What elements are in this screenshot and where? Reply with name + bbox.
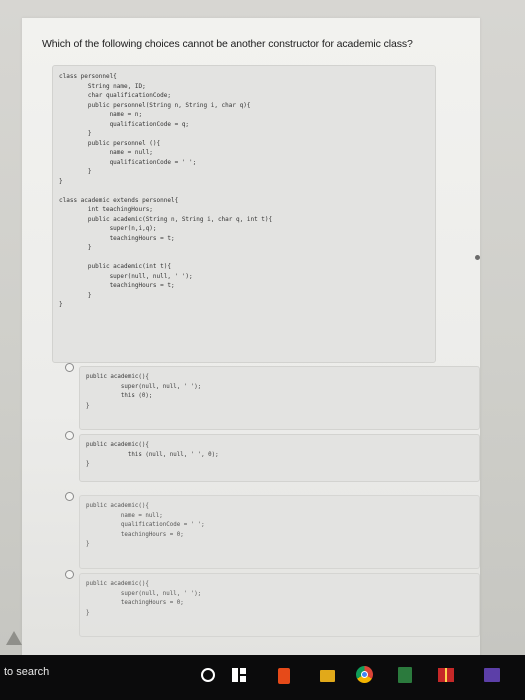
quiz-page: Which of the following choices cannot be… [22,18,480,663]
option-3-box[interactable]: public academic(){ name = null; qualific… [79,495,480,569]
code-text: class personnel{ String name, ID; char q… [59,73,273,308]
cortana-icon[interactable] [201,668,215,682]
task-view-icon[interactable] [232,668,246,682]
option-2[interactable]: public academic(){ this (null, null, ' '… [65,431,480,482]
office-icon[interactable] [278,668,290,684]
gift-icon[interactable] [438,668,454,682]
option-1[interactable]: public academic(){ super(null, null, ' '… [65,363,480,430]
code-block: class personnel{ String name, ID; char q… [52,65,436,363]
radio-button[interactable] [65,363,74,372]
question-text: Which of the following choices cannot be… [42,38,413,50]
option-3-code: public academic(){ name = null; qualific… [86,503,205,547]
calculator-icon[interactable] [398,667,412,683]
taskbar-search[interactable]: to search [4,666,49,678]
radio-button[interactable] [65,570,74,579]
app-icon[interactable] [484,668,500,682]
option-3[interactable]: public academic(){ name = null; qualific… [65,492,480,569]
chrome-icon[interactable] [356,666,373,683]
taskbar: to search [0,655,525,700]
cursor-dot [475,255,480,260]
radio-button[interactable] [65,492,74,501]
option-4[interactable]: public academic(){ super(null, null, ' '… [65,570,480,637]
radio-button[interactable] [65,431,74,440]
option-1-code: public academic(){ super(null, null, ' '… [86,374,202,409]
screen: Which of the following choices cannot be… [0,0,525,663]
option-2-box[interactable]: public academic(){ this (null, null, ' '… [79,434,480,482]
file-explorer-icon[interactable] [320,670,335,682]
option-1-box[interactable]: public academic(){ super(null, null, ' '… [79,366,480,430]
option-2-code: public academic(){ this (null, null, ' '… [86,442,219,467]
option-4-code: public academic(){ super(null, null, ' '… [86,581,202,616]
option-4-box[interactable]: public academic(){ super(null, null, ' '… [79,573,480,637]
warning-triangle-icon [6,631,22,645]
